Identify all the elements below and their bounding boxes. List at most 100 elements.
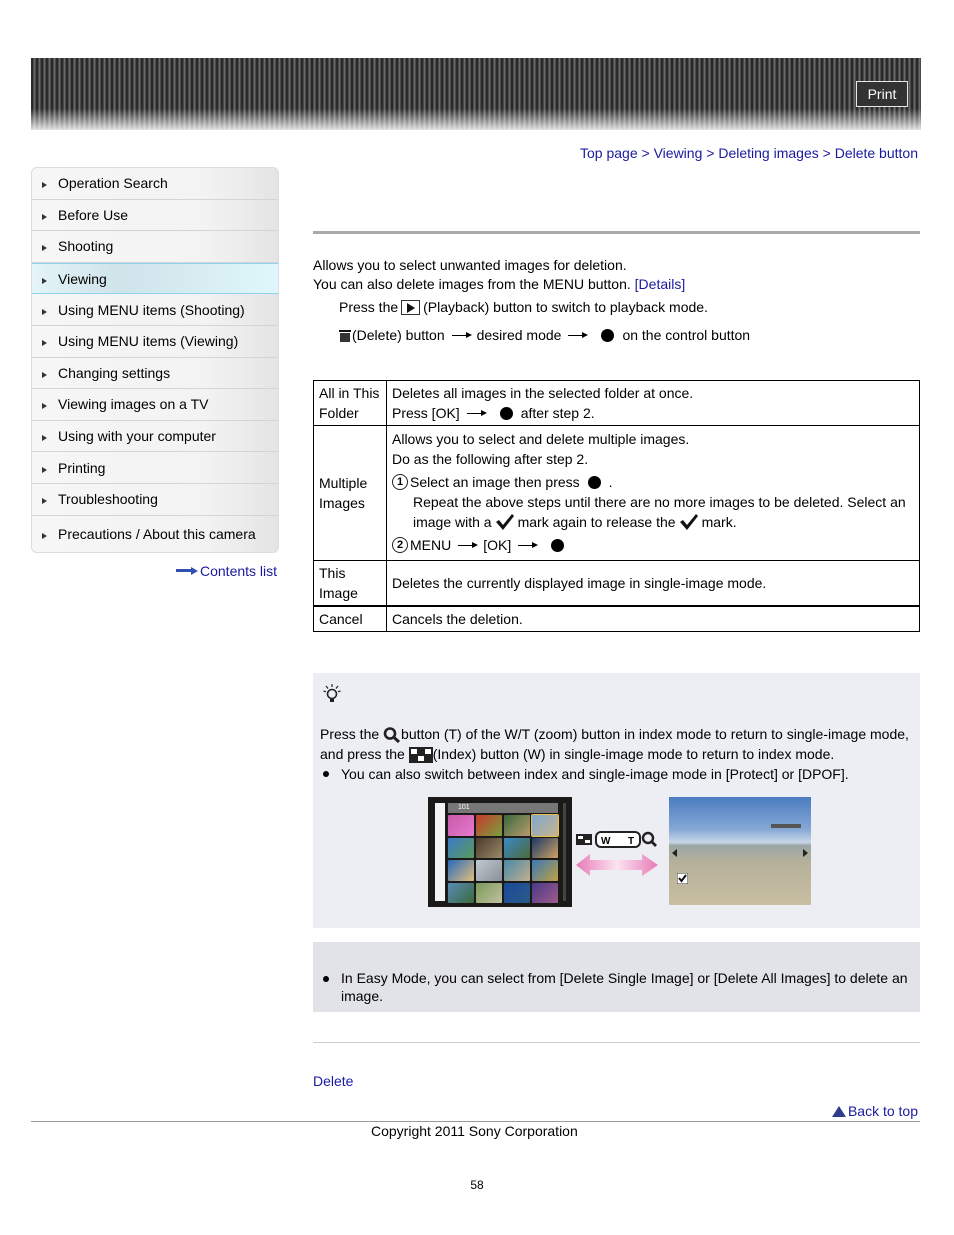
hint-text: Press the button (T) of the W/T (zoom) b… (320, 724, 920, 784)
sidebar-item-label: Viewing (58, 270, 107, 287)
breadcrumb-separator: > (641, 145, 650, 161)
sidebar-item-menu-viewing[interactable]: Using MENU items (Viewing) (32, 326, 278, 358)
description-text: mark again to release the (517, 514, 676, 530)
mode-label: This Image (313, 560, 387, 607)
mode-label: Cancel (313, 605, 387, 632)
playback-icon (401, 299, 421, 315)
center-button-icon (551, 538, 565, 552)
center-button-icon (587, 475, 601, 489)
single-image-illustration (669, 797, 811, 905)
title-divider (313, 231, 920, 234)
triangle-right-icon (42, 435, 47, 442)
table-row: This Image Deletes the currently display… (313, 560, 920, 607)
triangle-right-icon (42, 466, 47, 473)
sidebar-item-computer[interactable]: Using with your computer (32, 421, 278, 453)
thumbnail (448, 837, 474, 858)
triangle-right-icon (42, 371, 47, 378)
triangle-up-icon (831, 1105, 846, 1117)
thumbnail (448, 882, 474, 903)
zoom-lever-illustration: W T (576, 831, 658, 876)
hint-text-part: Press the (320, 726, 380, 742)
sidebar-item-printing[interactable]: Printing (32, 452, 278, 484)
table-row: Cancel Cancels the deletion. (313, 605, 920, 632)
sidebar-item-label: Operation Search (58, 175, 168, 192)
triangle-right-icon (42, 182, 47, 189)
center-button-icon (601, 328, 615, 342)
delete-modes-table: All in This Folder Deletes all images in… (313, 380, 920, 632)
page-number: 58 (470, 1178, 484, 1192)
step-1-text: Press the (339, 299, 399, 315)
sidebar-item-precautions[interactable]: Precautions / About this camera (32, 516, 278, 552)
description-text: after step 2. (520, 405, 595, 421)
details-link[interactable]: [Details] (635, 276, 686, 292)
breadcrumb-viewing[interactable]: Viewing (654, 145, 703, 161)
sidebar-item-viewing[interactable]: Viewing (32, 262, 278, 295)
folder-label: 101 (448, 803, 558, 813)
sidebar-item-operation-search[interactable]: Operation Search (32, 168, 278, 200)
intro-line-1: Allows you to select unwanted images for… (313, 257, 627, 273)
sidebar-item-viewing-tv[interactable]: Viewing images on a TV (32, 389, 278, 421)
description-text: . (608, 474, 613, 490)
step-1: Press the (Playback) button to switch to… (339, 299, 708, 315)
mode-description: Cancels the deletion. (386, 605, 920, 632)
description-line: Repeat the above steps until there are n… (413, 494, 906, 510)
contents-list-link[interactable]: Contents list (176, 563, 277, 579)
description-text: MENU (410, 537, 452, 553)
lightbulb-icon (323, 684, 341, 702)
hint-text-part: button (T) of the W/T (zoom) button in i… (401, 726, 909, 742)
related-delete-link[interactable]: Delete (313, 1073, 353, 1089)
thumbnail (448, 815, 474, 836)
sidebar-item-changing-settings[interactable]: Changing settings (32, 358, 278, 390)
print-button[interactable]: Print (856, 81, 908, 107)
sidebar-item-before-use[interactable]: Before Use (32, 200, 278, 232)
note-box: In Easy Mode, you can select from [Delet… (313, 942, 920, 1012)
prev-arrow-icon (672, 849, 677, 857)
description-text: image with a (413, 514, 492, 530)
mode-description: Deletes the currently displayed image in… (386, 560, 920, 607)
sidebar-item-label: Shooting (58, 238, 114, 255)
description-text: mark. (701, 514, 737, 530)
hint-text-part: (Index) button (W) in single-image mode … (432, 746, 835, 762)
thumbnail (504, 860, 530, 881)
sidebar-item-menu-shooting[interactable]: Using MENU items (Shooting) (32, 294, 278, 326)
breadcrumb-deleting-images[interactable]: Deleting images (718, 145, 818, 161)
breadcrumb-top-page[interactable]: Top page (580, 145, 638, 161)
note-bullet-text: In Easy Mode, you can select from [Delet… (341, 970, 908, 1004)
back-to-top-label: Back to top (847, 1103, 918, 1119)
circled-1-icon: 1 (392, 474, 408, 490)
thumbnail (448, 860, 474, 881)
sidebar-item-label: Viewing images on a TV (58, 396, 209, 413)
mode-description: Allows you to select and delete multiple… (386, 425, 920, 561)
thumbnail (476, 837, 502, 858)
sidebar-item-shooting[interactable]: Shooting (32, 231, 278, 263)
sidebar-item-troubleshooting[interactable]: Troubleshooting (32, 484, 278, 516)
description-text: Press [OK] (392, 405, 460, 421)
triangle-right-icon (42, 277, 47, 284)
sidebar-item-label: Changing settings (58, 364, 171, 381)
circled-2-icon: 2 (392, 537, 408, 553)
thumbnail (532, 860, 558, 881)
triangle-right-icon (42, 403, 47, 410)
back-to-top-link[interactable]: Back to top (831, 1103, 918, 1119)
arrow-right-icon (466, 409, 487, 416)
sidebar-item-label: Precautions / About this camera (58, 525, 256, 542)
triangle-right-icon (42, 245, 47, 252)
description-line: Allows you to select and delete multiple… (392, 431, 690, 447)
bidirectional-arrow-icon (576, 854, 658, 876)
breadcrumb-delete-button[interactable]: Delete button (835, 145, 918, 161)
lever-w-label: W (601, 836, 611, 847)
arrow-right-icon (568, 331, 589, 338)
footer-divider (31, 1121, 920, 1122)
thumbnail (476, 815, 502, 836)
triangle-right-icon (42, 498, 47, 505)
intro-text: Allows you to select unwanted images for… (313, 256, 685, 294)
mode-label: Multiple Images (313, 425, 387, 561)
thumbnail (476, 882, 502, 903)
zoom-magnifier-icon (383, 727, 401, 744)
sidebar-item-label: Using MENU items (Shooting) (58, 301, 245, 318)
table-row: All in This Folder Deletes all images in… (313, 380, 920, 426)
mode-label: All in This Folder (313, 380, 387, 426)
thumbnail (531, 814, 559, 837)
bullet-icon (323, 976, 329, 982)
trash-icon (339, 328, 351, 342)
